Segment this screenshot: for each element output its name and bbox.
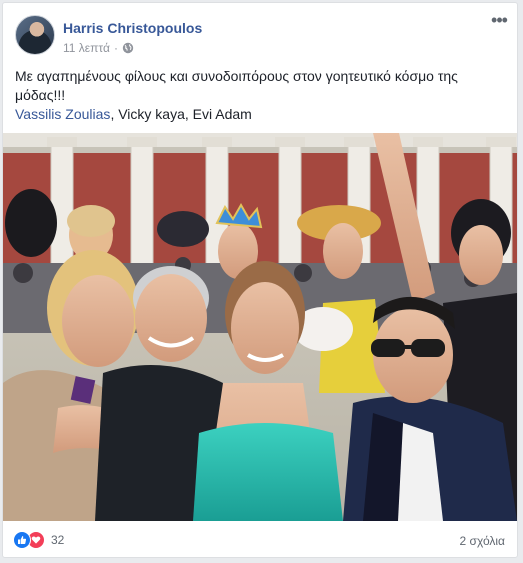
post-meta: 11 λεπτά · <box>63 41 134 55</box>
reactions-summary[interactable]: 32 <box>13 531 64 549</box>
more-options-icon[interactable]: ••• <box>489 11 509 29</box>
meta-separator: · <box>113 41 118 55</box>
group-selfie-photo <box>3 133 517 521</box>
comments-count-link[interactable]: 2 σχόλια <box>460 534 505 548</box>
post-footer: 32 2 σχόλια <box>3 521 517 557</box>
facebook-post: Harris Christopoulos 11 λεπτά · ••• Με α… <box>2 2 518 558</box>
tag-separator: , <box>184 106 193 122</box>
reaction-count: 32 <box>51 533 65 547</box>
post-text: Με αγαπημένους φίλους και συνοδοιπόρους … <box>15 68 458 103</box>
tagged-person: Vicky kaya <box>118 106 185 122</box>
tagged-person: Evi Adam <box>192 106 252 122</box>
post-photo[interactable] <box>3 133 517 521</box>
tagged-people: Vassilis Zoulias, Vicky kaya, Evi Adam <box>15 105 495 124</box>
globe-icon[interactable] <box>122 42 134 54</box>
author-name[interactable]: Harris Christopoulos <box>63 20 202 36</box>
author-avatar[interactable] <box>15 15 55 55</box>
like-icon <box>13 531 31 549</box>
post-message: Με αγαπημένους φίλους και συνοδοιπόρους … <box>15 67 495 124</box>
post-timestamp[interactable]: 11 λεπτά <box>63 41 110 55</box>
tagged-person-link[interactable]: Vassilis Zoulias <box>15 106 110 122</box>
